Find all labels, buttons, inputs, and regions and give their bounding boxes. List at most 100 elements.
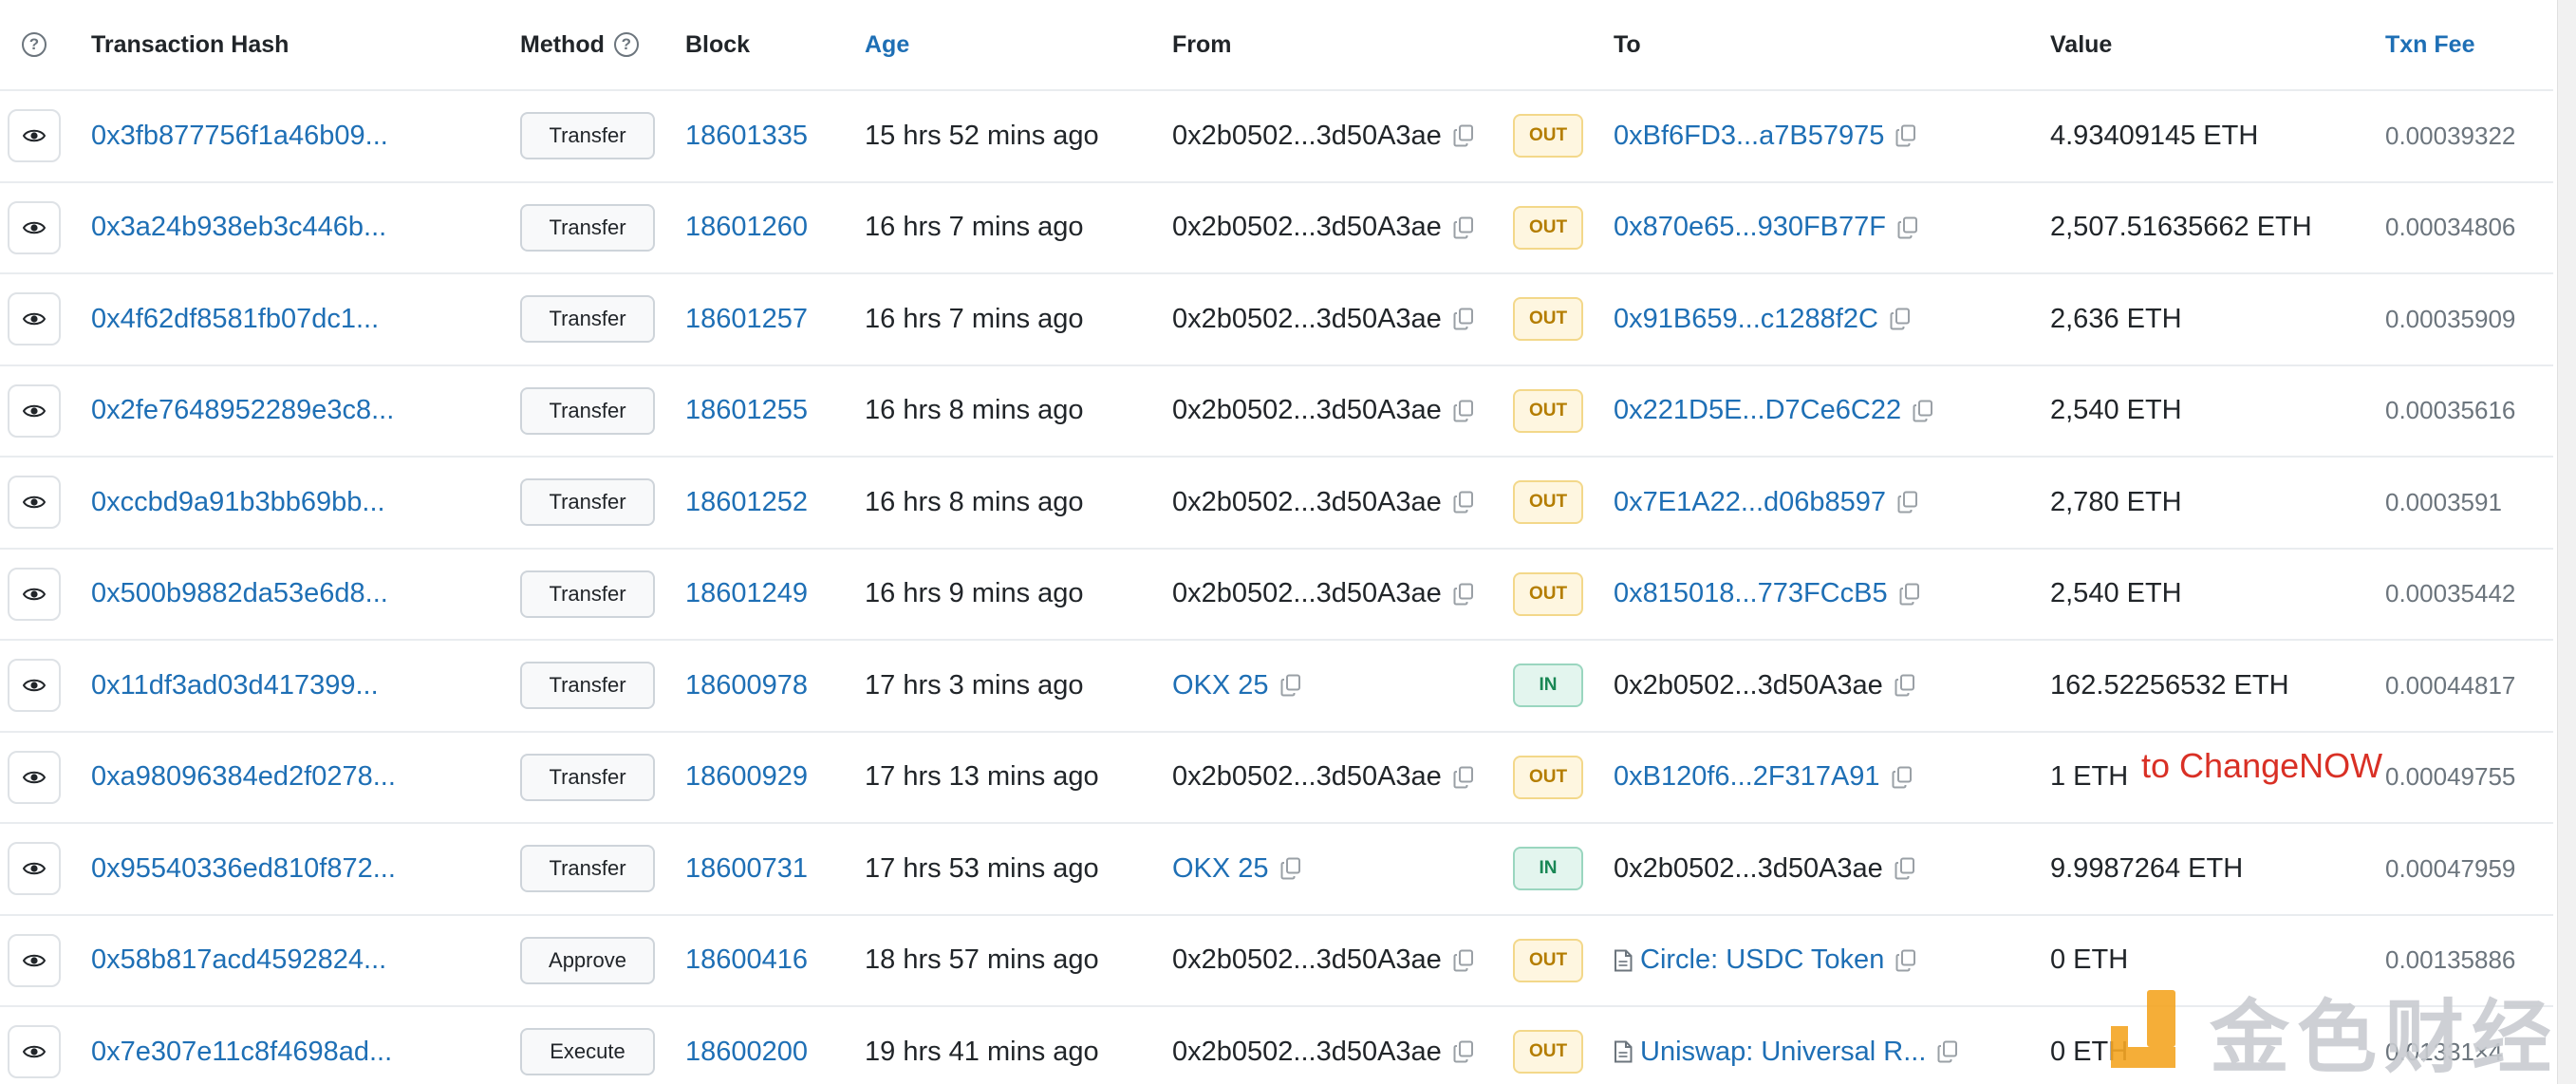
eye-icon[interactable]: [8, 750, 61, 804]
copy-icon[interactable]: [1453, 400, 1474, 422]
to-address[interactable]: 0x221D5E...D7Ce6C22: [1614, 395, 1901, 426]
block-link[interactable]: 18601260: [685, 183, 808, 273]
eye-icon[interactable]: [8, 109, 61, 163]
header-age-toggle[interactable]: Age: [865, 0, 909, 89]
method-badge: Transfer: [520, 570, 655, 618]
method-badge: Transfer: [520, 203, 655, 252]
txn-hash-link[interactable]: 0xa98096384ed2f0278...: [91, 733, 396, 823]
to-address[interactable]: Uniswap: Universal R...: [1640, 1037, 1926, 1068]
txn-hash-link[interactable]: 0x3a24b938eb3c446b...: [91, 183, 386, 273]
copy-icon[interactable]: [1895, 674, 1915, 697]
question-circle-icon[interactable]: ?: [613, 32, 639, 57]
to-address[interactable]: 0x91B659...c1288f2C: [1614, 304, 1878, 335]
copy-icon[interactable]: [1895, 949, 1916, 972]
to-address: 0x2b0502...3d50A3ae: [1614, 669, 1883, 701]
eye-icon[interactable]: [8, 200, 61, 254]
method-cell: Transfer: [520, 733, 655, 823]
value-text: 2,636 ETH: [2050, 303, 2182, 334]
copy-icon[interactable]: [1895, 124, 1916, 147]
table-row: 0x500b9882da53e6d8... Transfer 18601249 …: [0, 550, 2553, 641]
txn-fee-text: 0.00039322: [2385, 121, 2516, 150]
to-address[interactable]: 0x815018...773FCcB5: [1614, 578, 1888, 609]
txn-hash-link[interactable]: 0x95540336ed810f872...: [91, 824, 396, 914]
to-cell: 0x815018...773FCcB5: [1614, 550, 1920, 640]
block-link[interactable]: 18600416: [685, 916, 808, 1006]
age-text: 17 hrs 53 mins ago: [865, 852, 1099, 884]
block-link[interactable]: 18600929: [685, 733, 808, 823]
block-link[interactable]: 18601335: [685, 91, 808, 181]
eye-cell: [8, 458, 61, 548]
from-cell: 0x2b0502...3d50A3ae: [1172, 733, 1474, 823]
header-value: Value: [2050, 30, 2113, 58]
copy-icon[interactable]: [1280, 857, 1301, 880]
copy-icon[interactable]: [1892, 766, 1913, 789]
to-address[interactable]: 0xB120f6...2F317A91: [1614, 761, 1880, 793]
header-info[interactable]: ?: [8, 0, 61, 89]
block-link[interactable]: 18601257: [685, 274, 808, 364]
block-link[interactable]: 18600200: [685, 1007, 808, 1084]
block-link[interactable]: 18600978: [685, 641, 808, 731]
txn-hash-link[interactable]: 0x7e307e11c8f4698ad...: [91, 1007, 392, 1084]
eye-icon[interactable]: [8, 292, 61, 346]
table-row: 0x3fb877756f1a46b09... Transfer 18601335…: [0, 91, 2553, 183]
to-cell: Uniswap: Universal R...: [1614, 1007, 1958, 1084]
txn-hash-link[interactable]: 0x58b817acd4592824...: [91, 916, 386, 1006]
to-address[interactable]: 0x870e65...930FB77F: [1614, 212, 1886, 243]
value-text: 2,540 ETH: [2050, 578, 2182, 609]
eye-icon[interactable]: [8, 476, 61, 530]
to-address[interactable]: Circle: USDC Token: [1640, 944, 1884, 976]
method-badge: Transfer: [520, 753, 655, 801]
block-link[interactable]: 18601255: [685, 366, 808, 457]
block-link[interactable]: 18601252: [685, 458, 808, 548]
copy-icon[interactable]: [1895, 857, 1915, 880]
direction-badge: OUT: [1513, 1030, 1583, 1075]
eye-icon[interactable]: [8, 383, 61, 438]
block-link[interactable]: 18600731: [685, 824, 808, 914]
txn-hash-link[interactable]: 0x2fe7648952289e3c8...: [91, 366, 394, 457]
eye-icon[interactable]: [8, 1025, 61, 1079]
to-address[interactable]: 0x7E1A22...d06b8597: [1614, 487, 1886, 518]
txn-hash-link[interactable]: 0x3fb877756f1a46b09...: [91, 91, 388, 181]
copy-icon[interactable]: [1453, 583, 1474, 606]
copy-icon[interactable]: [1453, 491, 1474, 514]
eye-cell: [8, 733, 61, 823]
method-cell: Transfer: [520, 550, 655, 640]
eye-icon[interactable]: [8, 933, 61, 987]
to-address[interactable]: 0xBf6FD3...a7B57975: [1614, 121, 1884, 152]
copy-icon[interactable]: [1453, 949, 1474, 972]
question-circle-icon[interactable]: ?: [22, 32, 47, 57]
from-address[interactable]: OKX 25: [1172, 853, 1269, 885]
copy-icon[interactable]: [1280, 674, 1301, 697]
copy-icon[interactable]: [1890, 308, 1911, 330]
txn-hash-link[interactable]: 0xccbd9a91b3bb69bb...: [91, 458, 385, 548]
method-cell: Approve: [520, 916, 655, 1006]
eye-icon[interactable]: [8, 659, 61, 713]
copy-icon[interactable]: [1899, 583, 1920, 606]
copy-icon[interactable]: [1913, 400, 1933, 422]
copy-icon[interactable]: [1453, 308, 1474, 330]
txn-hash-link[interactable]: 0x11df3ad03d417399...: [91, 641, 379, 731]
copy-icon[interactable]: [1453, 216, 1474, 239]
txn-hash-link[interactable]: 0x4f62df8581fb07dc1...: [91, 274, 379, 364]
block-link[interactable]: 18601249: [685, 550, 808, 640]
copy-icon[interactable]: [1897, 216, 1918, 239]
copy-icon[interactable]: [1453, 1040, 1474, 1063]
from-cell: 0x2b0502...3d50A3ae: [1172, 366, 1474, 457]
from-address: 0x2b0502...3d50A3ae: [1172, 395, 1442, 426]
from-cell: OKX 25: [1172, 824, 1301, 914]
from-address[interactable]: OKX 25: [1172, 670, 1269, 701]
copy-icon[interactable]: [1937, 1040, 1958, 1063]
header-txn-fee-toggle[interactable]: Txn Fee: [2385, 0, 2474, 89]
copy-icon[interactable]: [1453, 766, 1474, 789]
txn-fee-text: 0.00035616: [2385, 396, 2516, 425]
age-text: 15 hrs 52 mins ago: [865, 120, 1099, 151]
eye-cell: [8, 183, 61, 273]
txn-hash-link[interactable]: 0x500b9882da53e6d8...: [91, 550, 388, 640]
method-badge: Transfer: [520, 112, 655, 160]
eye-icon[interactable]: [8, 567, 61, 621]
eye-icon[interactable]: [8, 842, 61, 896]
copy-icon[interactable]: [1453, 124, 1474, 147]
copy-icon[interactable]: [1897, 491, 1918, 514]
from-cell: 0x2b0502...3d50A3ae: [1172, 916, 1474, 1006]
vertical-scrollbar[interactable]: [2557, 0, 2576, 1084]
